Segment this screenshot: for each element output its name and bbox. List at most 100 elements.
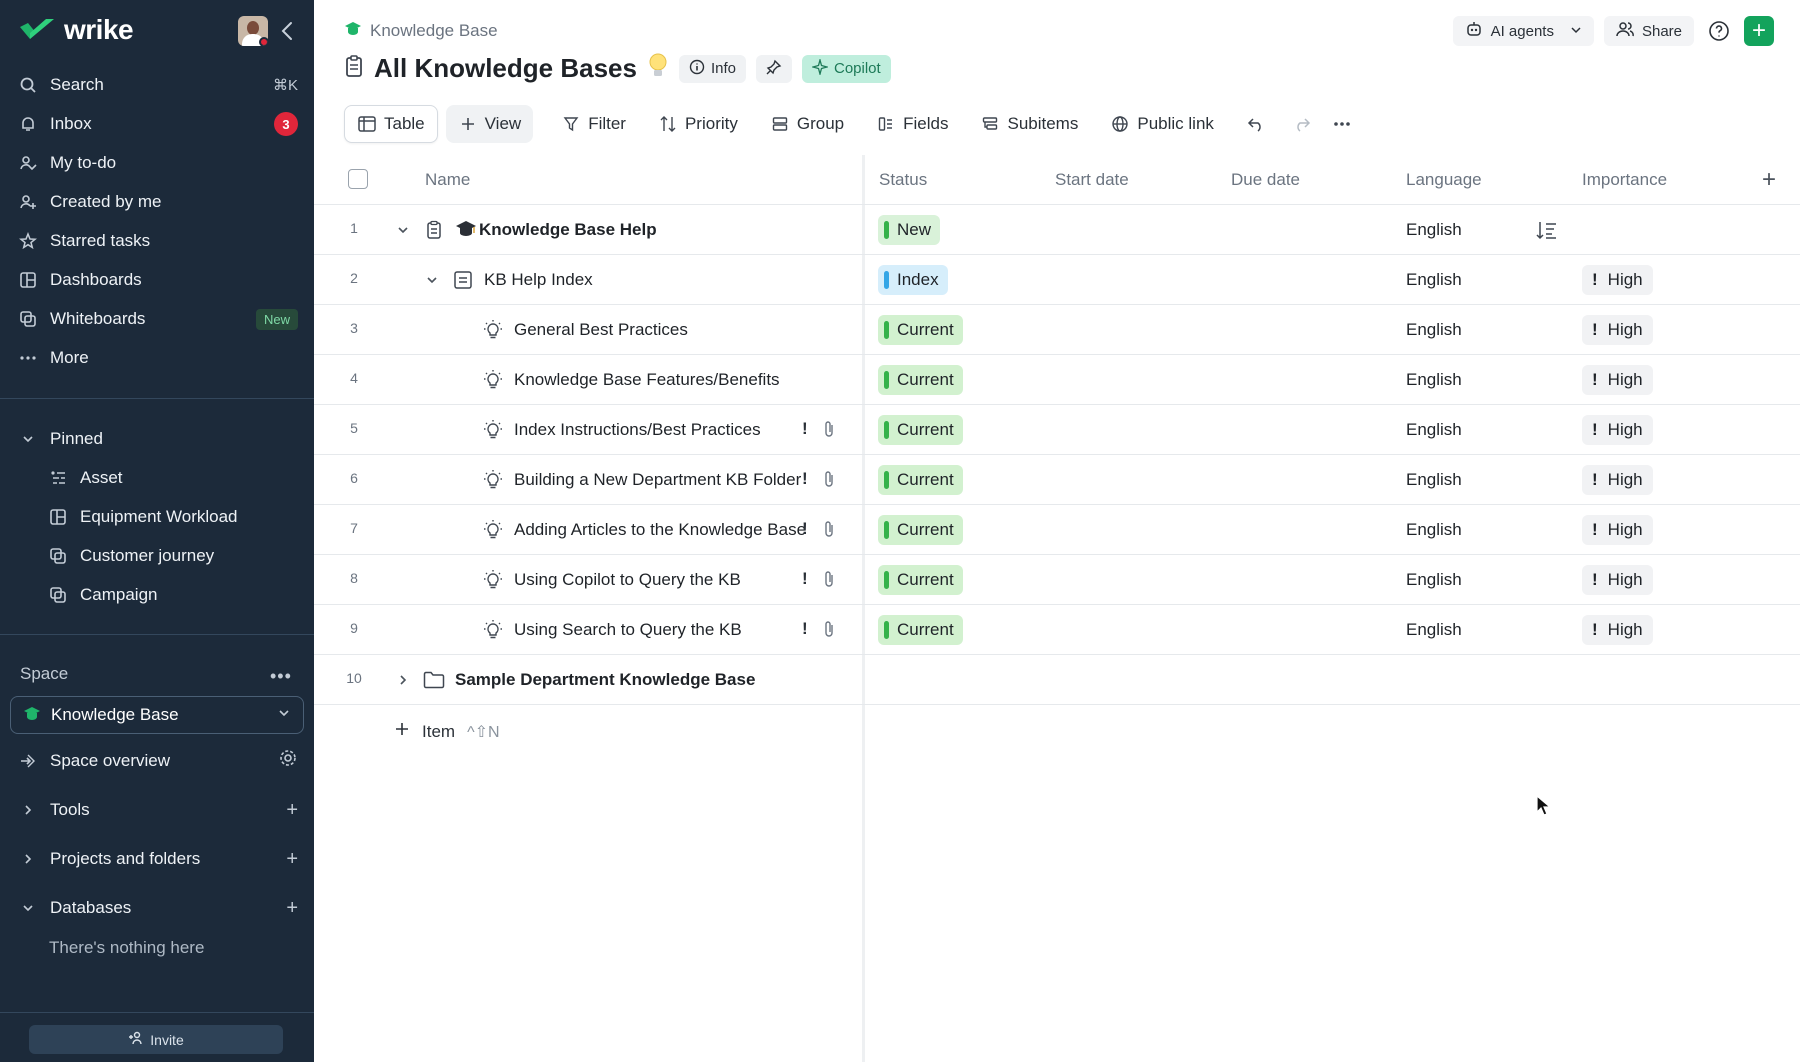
chevron-down-icon[interactable] [422, 270, 442, 290]
nav-search[interactable]: Search ⌘K [18, 70, 298, 100]
language-cell[interactable]: English [1406, 520, 1462, 540]
table-view-tab[interactable]: Table [344, 105, 438, 143]
add-view-button[interactable]: View [445, 105, 534, 143]
status-badge[interactable]: Current [878, 515, 963, 545]
wrike-logo[interactable]: wrike [18, 14, 134, 46]
importance-badge[interactable]: ! High [1582, 315, 1653, 345]
column-header-status[interactable]: Status [879, 170, 927, 190]
create-new-button[interactable]: + [1744, 16, 1774, 46]
status-badge[interactable]: Current [878, 465, 963, 495]
table-row[interactable]: 2 KB Help Index Index English ! High [314, 255, 1800, 305]
language-cell[interactable]: English [1406, 370, 1462, 390]
section-databases[interactable]: Databases + [18, 893, 298, 923]
info-button[interactable]: Info [678, 54, 746, 83]
table-row[interactable]: 5 Index Instructions/Best Practices! Curre… [314, 405, 1800, 455]
paperclip-icon[interactable] [822, 619, 838, 639]
filter-button[interactable]: Filter [549, 105, 638, 143]
paperclip-icon[interactable] [822, 519, 838, 539]
pinned-section-toggle[interactable]: Pinned [18, 424, 298, 454]
exclamation-icon[interactable]: ! [802, 469, 808, 489]
table-row[interactable]: 3 General Best Practices Current English! Hi… [314, 305, 1800, 355]
breadcrumb[interactable]: Knowledge Base [344, 20, 498, 41]
nav-starred-tasks[interactable]: Starred tasks [18, 226, 298, 256]
row-name-cell[interactable]: Sample Department Knowledge Base [423, 667, 755, 693]
table-row[interactable]: 6 Building a New Department KB Folder! Cur… [314, 455, 1800, 505]
status-badge[interactable]: Current [878, 415, 963, 445]
nav-dashboards[interactable]: Dashboards [18, 265, 298, 295]
row-name-cell[interactable]: Index Instructions/Best Practices [482, 417, 761, 443]
table-row[interactable]: 8 Using Copilot to Query the KB! Current En… [314, 555, 1800, 605]
space-more-icon[interactable]: ••• [270, 666, 292, 687]
status-badge[interactable]: Index [878, 265, 948, 295]
row-name-cell[interactable]: KB Help Index [452, 267, 593, 293]
nav-whiteboards[interactable]: Whiteboards New [18, 304, 298, 334]
row-name-cell[interactable]: Knowledge Base Features/Benefits [482, 367, 780, 393]
exclamation-icon[interactable]: ! [802, 419, 808, 439]
pinned-item-equipment-workload[interactable]: Equipment Workload [48, 502, 298, 532]
importance-badge[interactable]: ! High [1582, 415, 1653, 445]
ai-agents-button[interactable]: AI agents [1452, 16, 1594, 46]
row-name-cell[interactable]: Adding Articles to the Knowledge Base [482, 517, 806, 543]
avatar[interactable] [238, 16, 268, 46]
chevron-right-icon[interactable] [393, 670, 413, 690]
pinned-item-customer-journey[interactable]: Customer journey [48, 541, 298, 571]
column-header-name[interactable]: Name [425, 170, 470, 190]
chevron-down-icon[interactable] [1570, 23, 1582, 40]
language-cell[interactable]: English [1406, 470, 1462, 490]
language-cell[interactable]: English [1406, 220, 1462, 240]
importance-badge[interactable]: ! High [1582, 265, 1653, 295]
importance-badge[interactable]: ! High [1582, 515, 1653, 545]
select-all-checkbox[interactable] [348, 169, 368, 189]
status-badge[interactable]: Current [878, 565, 963, 595]
add-column-icon[interactable]: + [1762, 166, 1776, 194]
language-cell[interactable]: English [1406, 420, 1462, 440]
status-badge[interactable]: Current [878, 315, 963, 345]
status-badge[interactable]: Current [878, 365, 963, 395]
column-header-due-date[interactable]: Due date [1231, 170, 1300, 190]
space-selector[interactable]: Knowledge Base [10, 696, 304, 734]
copilot-button[interactable]: Copilot [802, 54, 891, 83]
redo-button[interactable] [1286, 105, 1318, 143]
table-row[interactable]: 9 Using Search to Query the KB! Current Eng… [314, 605, 1800, 655]
importance-badge[interactable]: ! High [1582, 465, 1653, 495]
column-header-language[interactable]: Language [1406, 170, 1482, 190]
column-header-importance[interactable]: Importance [1582, 170, 1667, 190]
invite-button[interactable]: Invite [29, 1025, 283, 1054]
pinned-item-asset[interactable]: Asset [48, 463, 298, 493]
exclamation-icon[interactable]: ! [802, 569, 808, 589]
nav-my-todo[interactable]: My to-do [18, 148, 298, 178]
add-icon[interactable]: + [286, 848, 298, 871]
language-cell[interactable]: English [1406, 270, 1462, 290]
row-name-cell[interactable]: Using Copilot to Query the KB [482, 567, 741, 593]
status-badge[interactable]: Current [878, 615, 963, 645]
public-link-button[interactable]: Public link [1098, 105, 1226, 143]
table-row[interactable]: 10 Sample Department Knowledge Base [314, 655, 1800, 705]
sort-lines-icon[interactable] [1536, 219, 1558, 241]
paperclip-icon[interactable] [822, 569, 838, 589]
language-cell[interactable]: English [1406, 570, 1462, 590]
group-button[interactable]: Group [758, 105, 856, 143]
exclamation-icon[interactable]: ! [802, 519, 808, 539]
priority-button[interactable]: Priority [646, 105, 750, 143]
gear-icon[interactable] [278, 748, 298, 774]
language-cell[interactable]: English [1406, 320, 1462, 340]
importance-badge[interactable]: ! High [1582, 565, 1653, 595]
pin-button[interactable] [756, 54, 792, 83]
row-name-cell[interactable]: General Best Practices [482, 317, 688, 343]
fields-button[interactable]: Fields [864, 105, 960, 143]
collapse-sidebar-icon[interactable] [278, 18, 298, 44]
status-badge[interactable]: New [878, 215, 941, 245]
subitems-button[interactable]: Subitems [968, 105, 1090, 143]
add-icon[interactable]: + [286, 799, 298, 822]
chevron-down-icon[interactable] [393, 220, 413, 240]
language-cell[interactable]: English [1406, 620, 1462, 640]
section-projects-and-folders[interactable]: Projects and folders + [18, 844, 298, 874]
row-name-cell[interactable]: Knowledge Base Help [423, 217, 657, 243]
nav-more[interactable]: More [18, 343, 298, 373]
nav-created-by-me[interactable]: Created by me [18, 187, 298, 217]
space-overview[interactable]: Space overview [18, 746, 298, 776]
paperclip-icon[interactable] [822, 419, 838, 439]
table-row[interactable]: 1 Knowledge Base Help New English [314, 205, 1800, 255]
nav-inbox[interactable]: Inbox 3 [18, 109, 298, 139]
paperclip-icon[interactable] [822, 469, 838, 489]
